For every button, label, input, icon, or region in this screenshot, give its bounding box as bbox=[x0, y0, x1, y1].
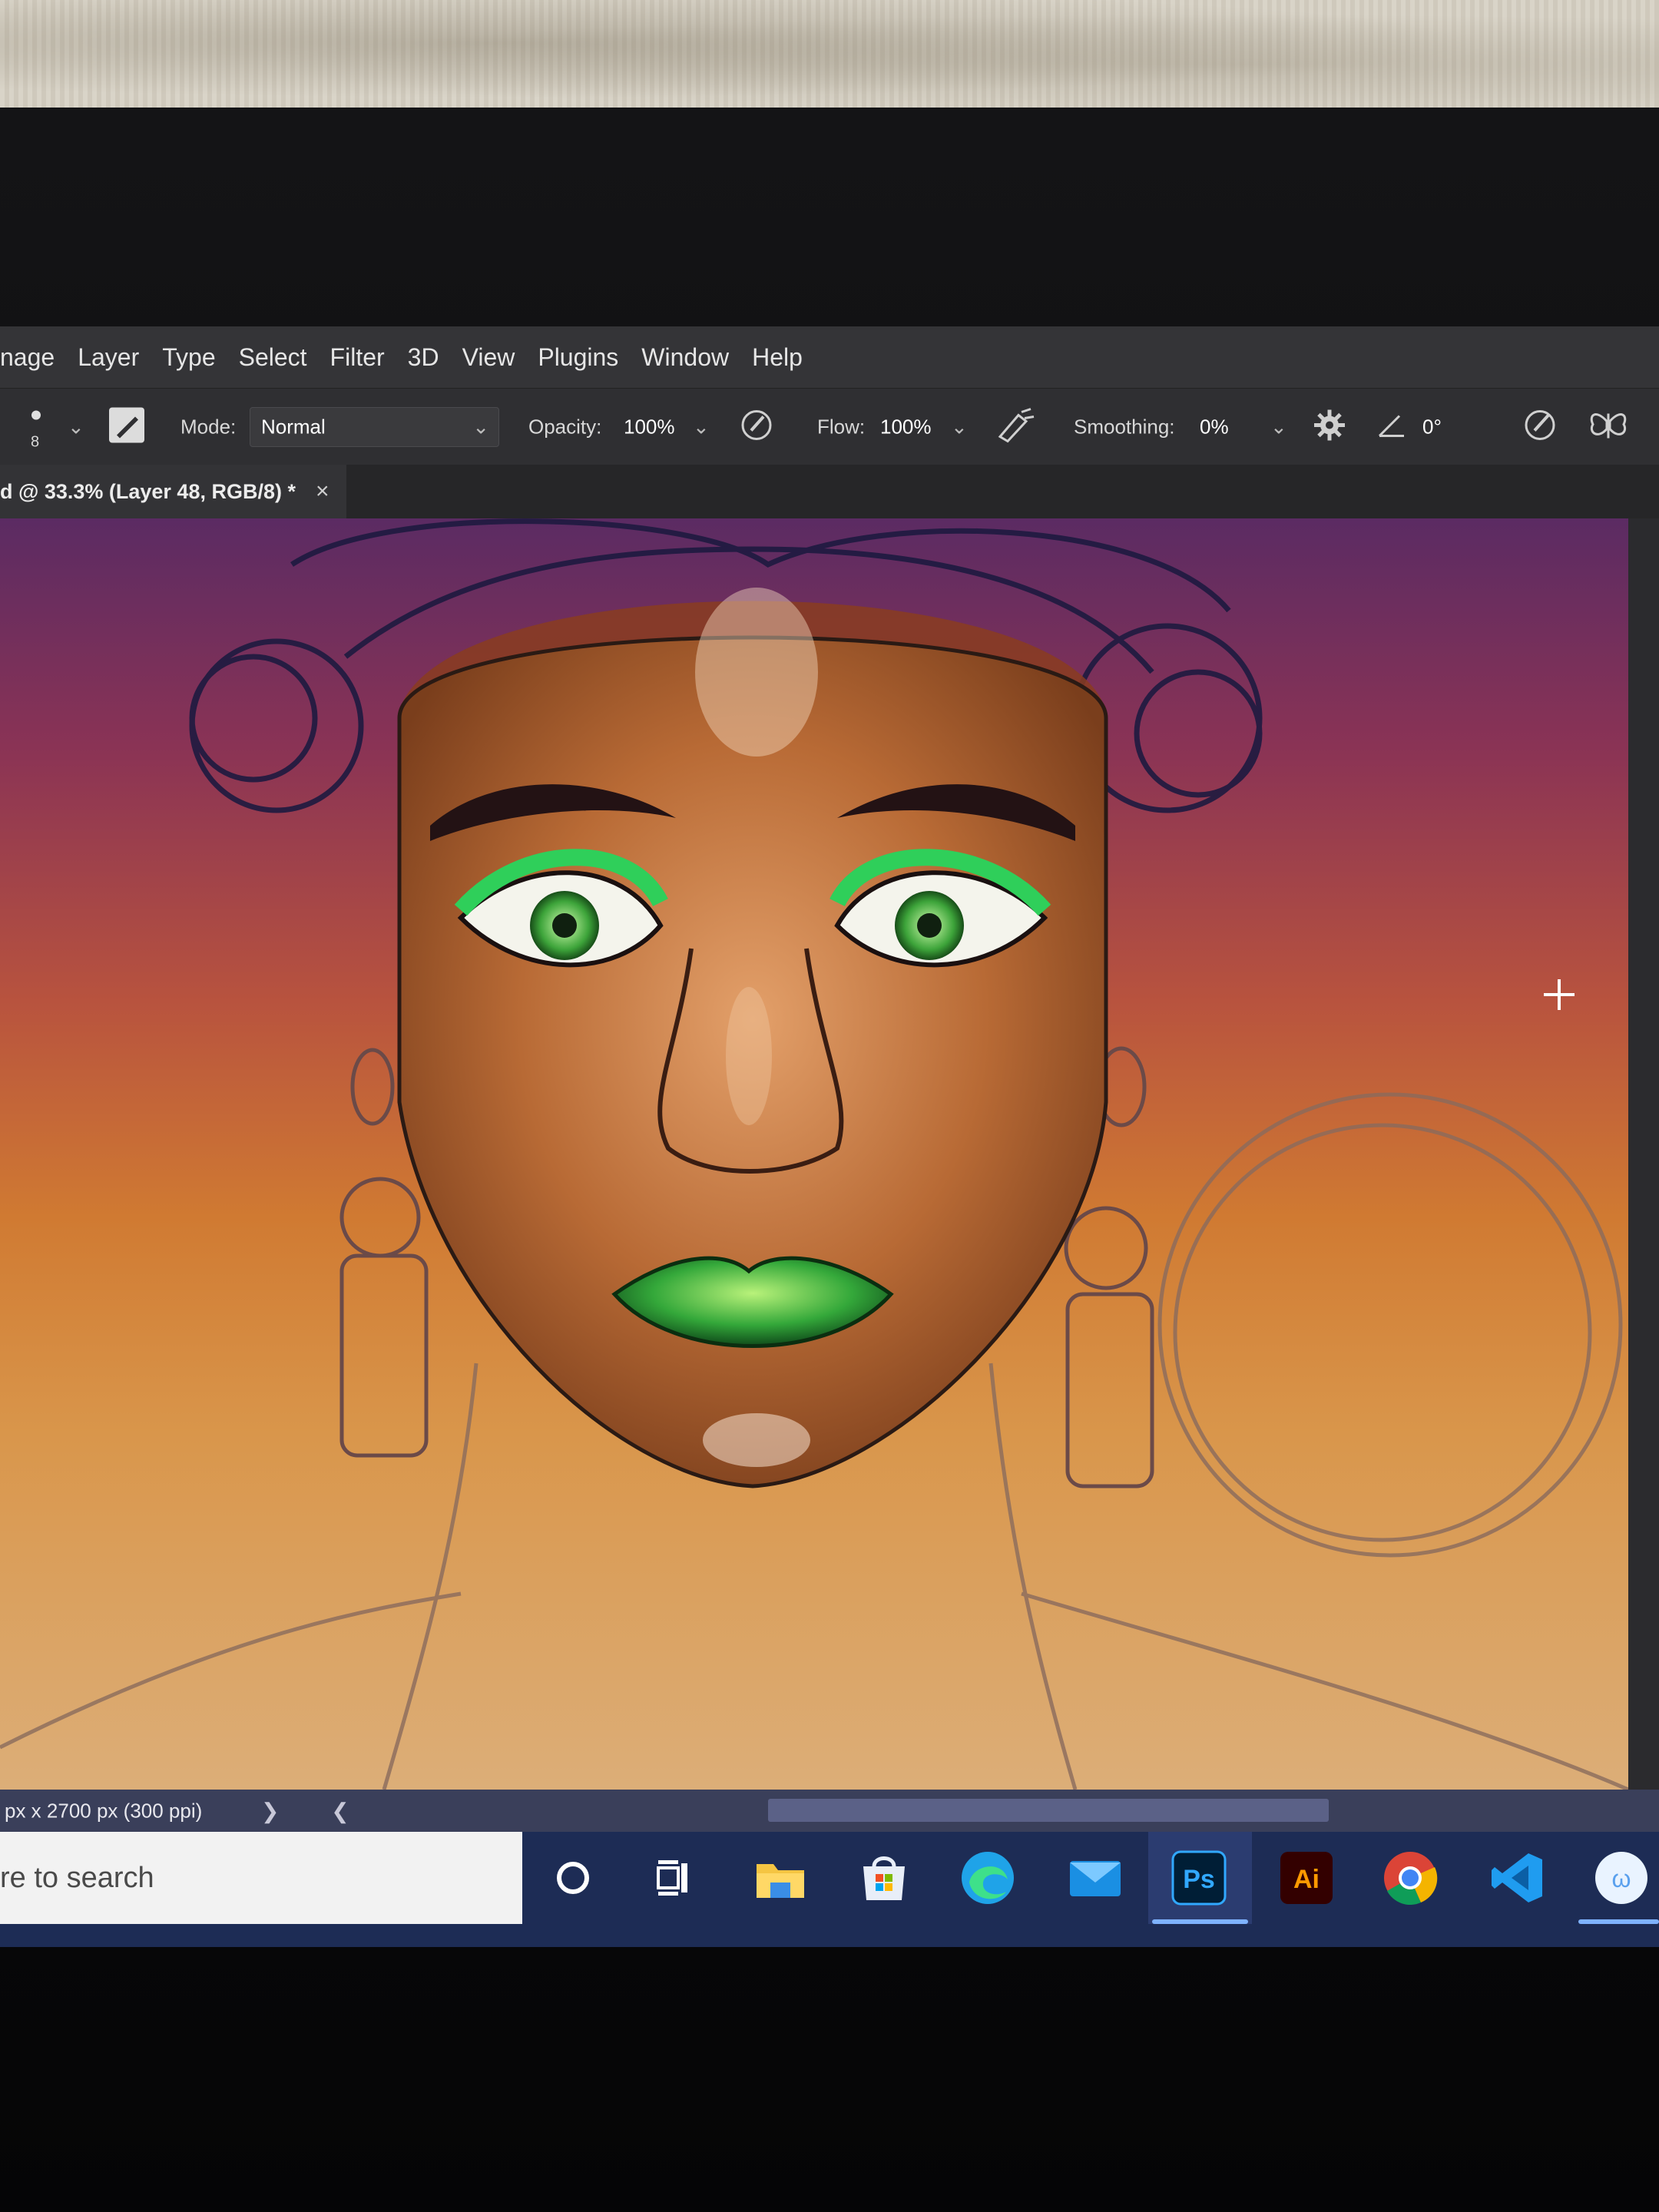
menu-image[interactable]: nage bbox=[0, 343, 55, 372]
microsoft-store-icon[interactable] bbox=[849, 1843, 919, 1913]
file-explorer-icon[interactable] bbox=[745, 1843, 816, 1913]
monitor-screen: nage Layer Type Select Filter 3D View Pl… bbox=[0, 326, 1659, 1947]
menu-bar: nage Layer Type Select Filter 3D View Pl… bbox=[0, 326, 1659, 388]
menu-select[interactable]: Select bbox=[239, 343, 307, 372]
pressure-size-toggle[interactable] bbox=[1521, 406, 1559, 449]
menu-help[interactable]: Help bbox=[752, 343, 803, 372]
smoothing-chevron-icon[interactable]: ⌄ bbox=[1270, 416, 1287, 439]
taskbar-search-box[interactable]: re to search bbox=[0, 1832, 522, 1924]
brush-settings-toggle[interactable] bbox=[108, 406, 146, 449]
document-tab-bar: d @ 33.3% (Layer 48, RGB/8) * × bbox=[0, 465, 1659, 518]
mode-value: Normal bbox=[261, 415, 326, 439]
flow-chevron-icon[interactable]: ⌄ bbox=[951, 416, 968, 439]
airbrush-toggle[interactable] bbox=[995, 406, 1037, 449]
photoshop-label: Ps bbox=[1183, 1865, 1215, 1894]
menu-type[interactable]: Type bbox=[162, 343, 215, 372]
crosshair-cursor-icon bbox=[1544, 979, 1575, 1010]
mail-icon[interactable] bbox=[1060, 1843, 1131, 1913]
brush-preset-chevron-icon[interactable]: ⌄ bbox=[68, 416, 84, 439]
flow-value[interactable]: 100% bbox=[880, 416, 932, 439]
illustrator-label: Ai bbox=[1293, 1865, 1320, 1894]
brush-dot-icon bbox=[31, 410, 41, 420]
app-running-indicator bbox=[1578, 1919, 1659, 1924]
brush-panel-icon bbox=[109, 407, 144, 443]
airbrush-icon bbox=[998, 408, 1035, 443]
opacity-label: Opacity: bbox=[528, 415, 602, 439]
vscode-icon[interactable] bbox=[1482, 1843, 1553, 1913]
document-tab-title: d @ 33.3% (Layer 48, RGB/8) * bbox=[0, 479, 296, 503]
close-icon[interactable]: × bbox=[316, 478, 329, 505]
status-nav-arrows[interactable]: ❯ ❮ bbox=[261, 1798, 373, 1823]
angle-value[interactable]: 0° bbox=[1422, 416, 1442, 439]
artwork-canvas[interactable] bbox=[0, 518, 1628, 1790]
horizontal-scrollbar-thumb[interactable] bbox=[768, 1799, 1329, 1822]
flow-label: Flow: bbox=[817, 415, 866, 439]
gear-icon bbox=[1314, 409, 1345, 441]
menu-filter[interactable]: Filter bbox=[330, 343, 385, 372]
menu-plugins[interactable]: Plugins bbox=[538, 343, 618, 372]
canvas-area[interactable] bbox=[0, 518, 1659, 1790]
svg-text:ω: ω bbox=[1612, 1865, 1631, 1892]
menu-view[interactable]: View bbox=[462, 343, 515, 372]
pressure-opacity-icon bbox=[741, 410, 772, 440]
edge-icon[interactable] bbox=[952, 1843, 1023, 1913]
opacity-value[interactable]: 100% bbox=[624, 416, 675, 439]
symmetry-button[interactable] bbox=[1587, 406, 1630, 449]
document-info[interactable]: px x 2700 px (300 ppi) bbox=[5, 1799, 202, 1823]
smoothing-label: Smoothing: bbox=[1074, 415, 1175, 439]
status-bar: px x 2700 px (300 ppi) ❯ ❮ bbox=[0, 1790, 1659, 1832]
task-view-icon[interactable] bbox=[637, 1843, 708, 1913]
chevron-down-icon: ⌄ bbox=[472, 415, 489, 439]
portrait-artwork bbox=[0, 518, 1628, 1790]
butterfly-icon bbox=[1590, 413, 1627, 439]
brush-preset-picker[interactable] bbox=[28, 409, 45, 430]
menu-layer[interactable]: Layer bbox=[78, 343, 139, 372]
smoothing-options-button[interactable] bbox=[1312, 408, 1347, 447]
search-placeholder: re to search bbox=[0, 1861, 154, 1894]
options-bar: 8 ⌄ Mode: Normal ⌄ Opacity: 100% ⌄ Flow:… bbox=[0, 388, 1659, 466]
chrome-icon[interactable] bbox=[1375, 1843, 1445, 1913]
cortana-icon[interactable] bbox=[538, 1843, 608, 1913]
app-icon[interactable]: ω bbox=[1586, 1843, 1657, 1913]
background-wall bbox=[0, 0, 1659, 108]
pressure-size-icon bbox=[1525, 410, 1555, 440]
illustrator-icon[interactable]: Ai bbox=[1271, 1843, 1342, 1913]
opacity-chevron-icon[interactable]: ⌄ bbox=[693, 416, 710, 439]
smoothing-value[interactable]: 0% bbox=[1200, 416, 1229, 439]
active-indicator bbox=[1152, 1919, 1248, 1924]
pressure-opacity-toggle[interactable] bbox=[737, 406, 776, 449]
windows-taskbar: re to search Ps Ai ω bbox=[0, 1832, 1659, 1947]
brush-angle-control[interactable] bbox=[1376, 410, 1407, 445]
document-tab[interactable]: d @ 33.3% (Layer 48, RGB/8) * × bbox=[0, 465, 346, 518]
menu-3d[interactable]: 3D bbox=[408, 343, 439, 372]
mode-label: Mode: bbox=[180, 415, 237, 439]
menu-window[interactable]: Window bbox=[641, 343, 729, 372]
brush-size: 8 bbox=[31, 433, 40, 451]
angle-icon bbox=[1378, 415, 1404, 437]
mode-dropdown[interactable]: Normal ⌄ bbox=[250, 407, 499, 447]
vertical-scrollbar[interactable] bbox=[1628, 518, 1659, 1790]
photoshop-icon[interactable]: Ps bbox=[1164, 1843, 1234, 1913]
